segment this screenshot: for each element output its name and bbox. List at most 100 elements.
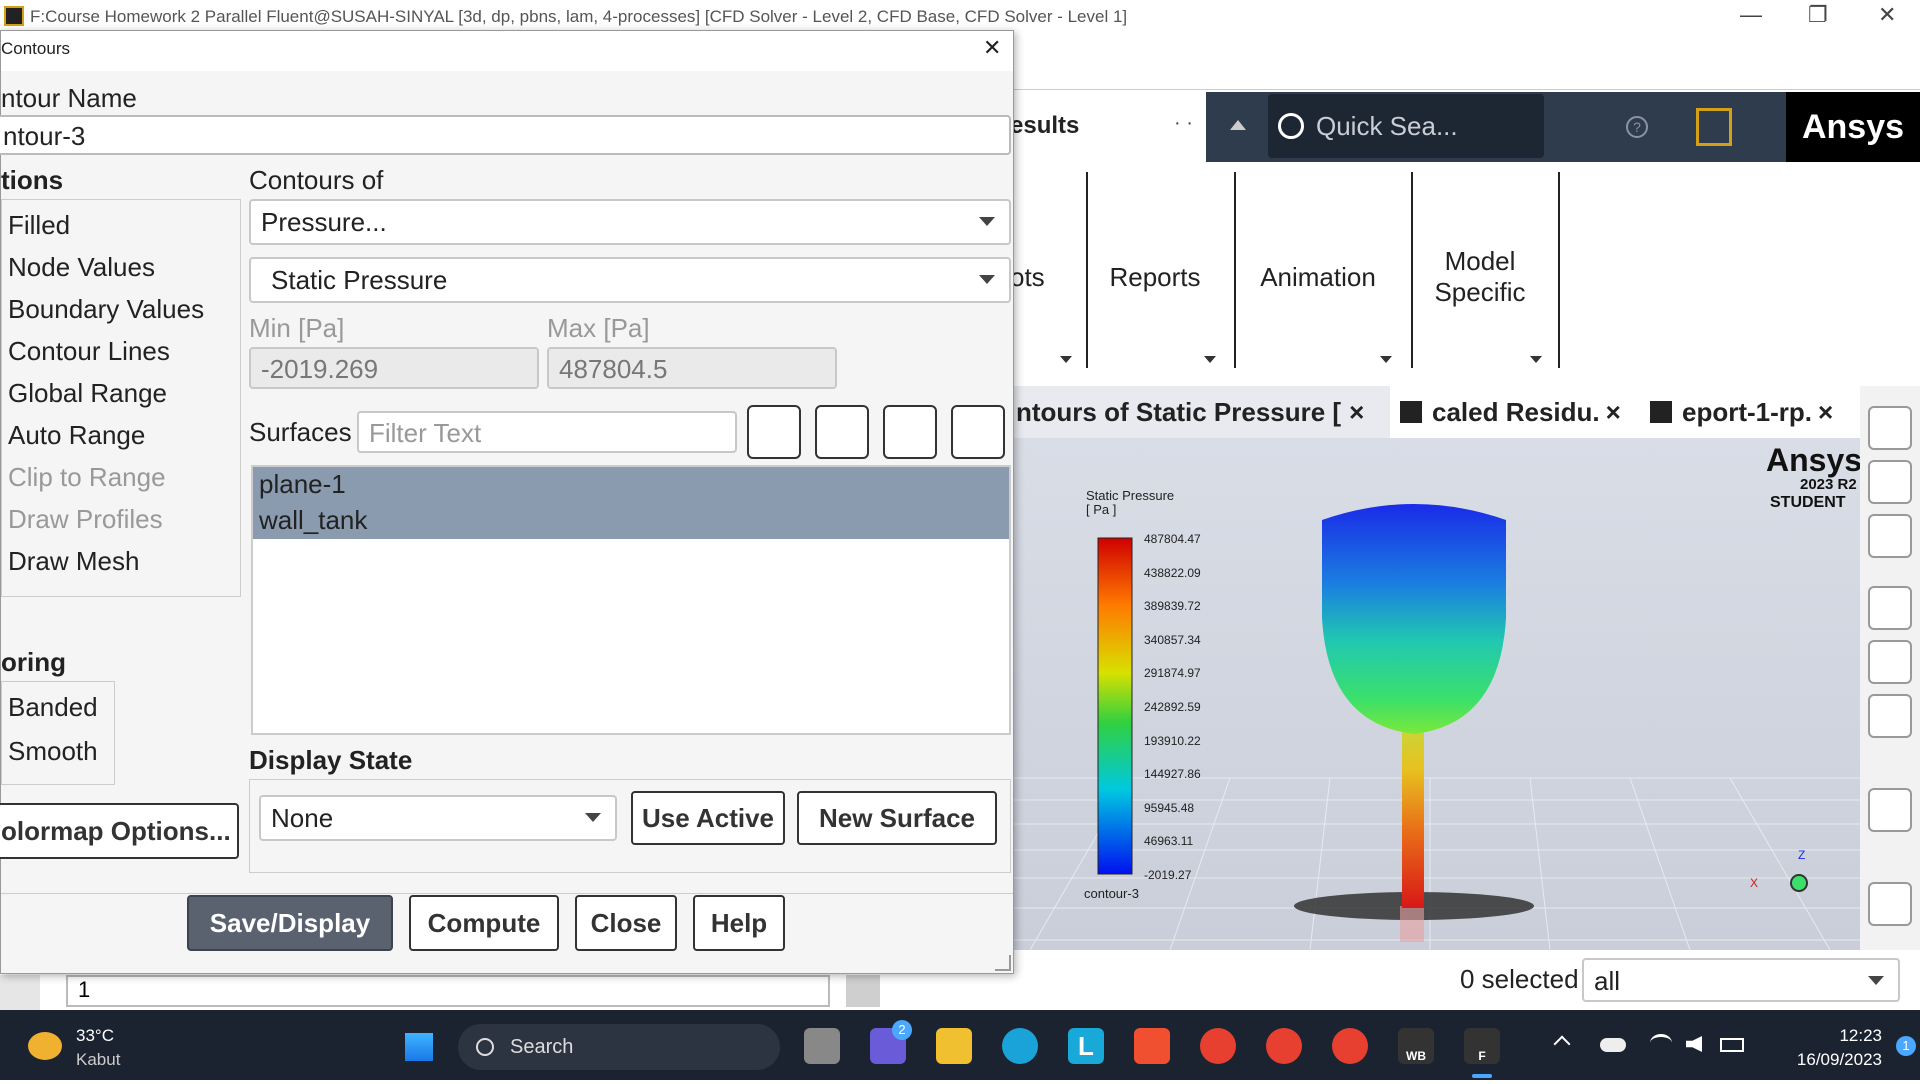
option-checkbox[interactable]: Node Values (8, 252, 155, 283)
help-button[interactable]: Help (693, 895, 785, 951)
coloring-banded-radio[interactable]: Banded (8, 692, 98, 723)
selection-filter-dropdown[interactable]: all (1582, 958, 1900, 1002)
clock-date[interactable]: 16/09/2023 (1770, 1050, 1882, 1070)
store-icon[interactable] (1134, 1028, 1170, 1064)
view-iso-icon[interactable] (1868, 460, 1912, 504)
surface-list-item[interactable]: wall_tank (253, 503, 1009, 539)
workbench-label: WB (1406, 1049, 1426, 1063)
help-icon[interactable]: ? (1626, 116, 1648, 138)
contours-of-dropdown[interactable]: Pressure... (249, 199, 1011, 245)
copy-icon[interactable] (1868, 882, 1912, 926)
tab-scaled-residuals[interactable]: caled Residu. × (1400, 386, 1630, 438)
task-view-icon[interactable] (804, 1028, 840, 1064)
notification-badge[interactable]: 1 (1896, 1036, 1916, 1056)
deselect-all-icon[interactable] (951, 405, 1005, 459)
console-scroll-arrow[interactable] (846, 975, 880, 1007)
option-checkbox[interactable]: Boundary Values (8, 294, 204, 325)
collapse-ribbon-icon[interactable] (1230, 120, 1246, 130)
menu-icon[interactable] (1696, 108, 1732, 146)
close-window-button[interactable]: ✕ (1878, 2, 1896, 28)
option-checkbox[interactable]: Global Range (8, 378, 167, 409)
search-icon (1278, 113, 1304, 139)
close-tab-icon[interactable]: × (1606, 397, 1621, 428)
hide-icon[interactable] (1868, 640, 1912, 684)
tab-report[interactable]: eport-1-rp. × (1650, 386, 1860, 438)
surfaces-list[interactable]: plane-1 wall_tank (251, 465, 1011, 735)
compute-button[interactable]: Compute (409, 895, 559, 951)
clock-time[interactable]: 12:23 (1818, 1026, 1882, 1046)
ribbon-section-title[interactable]: esults (1010, 112, 1079, 140)
surface-list-item[interactable]: plane-1 (253, 467, 1009, 503)
use-active-button[interactable]: Use Active (631, 791, 785, 845)
resize-grip-icon[interactable] (995, 955, 1011, 971)
legend-value-label: 438822.09 (1144, 565, 1201, 580)
option-checkbox: Draw Profiles (8, 504, 163, 534)
legend-value-label: 291874.97 (1144, 666, 1201, 681)
minimize-button[interactable]: — (1740, 2, 1762, 28)
chevron-down-icon (585, 813, 601, 822)
select-all-icon[interactable] (815, 405, 869, 459)
weather-icon[interactable] (28, 1032, 62, 1060)
select-check-icon[interactable] (883, 405, 937, 459)
legend-value-label: 487804.47 (1144, 532, 1201, 546)
chrome-icon[interactable] (1200, 1028, 1236, 1064)
eye-icon[interactable] (1868, 586, 1912, 630)
axes-icon[interactable] (1868, 788, 1912, 832)
graphics-viewport[interactable]: Static Pressure [ Pa ] 487804.47 438822.0… (1010, 438, 1860, 950)
new-surface-filter-icon[interactable] (747, 405, 801, 459)
workbench-icon[interactable]: WB (1398, 1028, 1434, 1064)
filter-placeholder: Filter Text (369, 418, 482, 448)
fluent-icon[interactable]: F (1464, 1028, 1500, 1064)
option-checkbox[interactable]: Draw Mesh (8, 546, 139, 577)
dialog-close-button[interactable]: ✕ (983, 35, 1001, 61)
ribbon-reports-button[interactable]: Reports (1100, 262, 1210, 293)
selection-strip: 0 selected all (1010, 950, 1920, 1010)
option-checkbox[interactable]: Filled (8, 210, 70, 241)
chevron-down-icon[interactable] (1204, 356, 1216, 363)
view-top-icon[interactable] (1868, 406, 1912, 450)
window-icon[interactable] (1868, 694, 1912, 738)
chevron-down-icon[interactable] (1530, 356, 1542, 363)
close-tab-icon[interactable]: × (1818, 397, 1833, 428)
surfaces-filter-input[interactable]: Filter Text (357, 411, 737, 453)
ribbon-plots-button[interactable]: ots (1010, 262, 1045, 293)
options-panel: Filled Node Values Boundary Values Contour … (1, 199, 241, 597)
coloring-smooth-radio[interactable]: Smooth (8, 736, 98, 767)
option-checkbox[interactable]: Auto Range (8, 420, 145, 451)
display-state-dropdown[interactable]: None (259, 795, 617, 841)
close-tab-icon[interactable]: × (1349, 397, 1364, 428)
l-app-icon[interactable]: L (1068, 1028, 1104, 1064)
maximize-button[interactable]: ❐ (1808, 2, 1828, 28)
tab-label: ntours of Static Pressure [ (1016, 396, 1342, 427)
chrome-profile2-icon[interactable] (1332, 1028, 1368, 1064)
taskbar-search[interactable]: Search (458, 1024, 780, 1070)
battery-icon[interactable] (1720, 1038, 1744, 1052)
ribbon-separator (1086, 172, 1088, 368)
chevron-down-icon[interactable] (1060, 356, 1072, 363)
save-display-button[interactable]: Save/Display (187, 895, 393, 951)
console-input[interactable]: 1 (66, 975, 830, 1007)
new-surface-button[interactable]: New Surface (797, 791, 997, 845)
colormap-options-button[interactable]: olormap Options... (0, 803, 239, 859)
tank-body (1322, 504, 1506, 734)
contour-name-input[interactable]: ntour-3 (0, 115, 1011, 155)
option-checkbox[interactable]: Contour Lines (8, 336, 170, 367)
volume-icon[interactable] (1686, 1036, 1702, 1052)
onedrive-icon[interactable] (1600, 1038, 1626, 1052)
view-front-icon[interactable] (1868, 514, 1912, 558)
close-button[interactable]: Close (575, 895, 677, 951)
tab-contours[interactable]: ntours of Static Pressure [ × (1010, 386, 1390, 438)
ribbon-animation-button[interactable]: Animation (1250, 262, 1386, 293)
ribbon-model-specific-button[interactable]: Model Specific (1420, 246, 1540, 308)
chevron-down-icon[interactable] (1380, 356, 1392, 363)
file-explorer-icon[interactable] (936, 1028, 972, 1064)
quick-search-input[interactable]: Quick Sea... (1268, 94, 1544, 158)
contours-subtype-dropdown[interactable]: Static Pressure (249, 257, 1011, 303)
edge-icon[interactable] (1002, 1028, 1038, 1064)
chrome-profile-icon[interactable] (1266, 1028, 1302, 1064)
tray-chevron-icon[interactable] (1553, 1035, 1571, 1053)
start-icon[interactable] (402, 1030, 436, 1064)
legend-value-label: 144927.86 (1144, 767, 1201, 782)
display-state-value: None (271, 803, 334, 833)
wifi-icon[interactable] (1650, 1034, 1672, 1052)
